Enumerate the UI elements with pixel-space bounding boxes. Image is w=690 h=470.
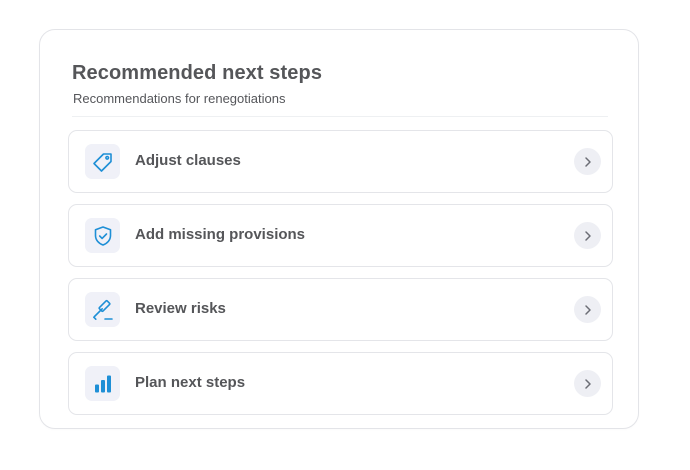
bar-chart-icon	[85, 366, 120, 401]
step-item-plan-next-steps[interactable]: Plan next steps	[68, 352, 613, 415]
step-label: Review risks	[135, 300, 226, 317]
chevron-right-icon[interactable]	[574, 222, 601, 249]
step-item-adjust-clauses[interactable]: Adjust clauses	[68, 130, 613, 193]
chevron-right-icon[interactable]	[574, 296, 601, 323]
card-title: Recommended next steps	[72, 62, 323, 84]
chevron-right-icon[interactable]	[574, 148, 601, 175]
steps-list: Adjust clauses Add missing provisions Re…	[68, 130, 613, 426]
divider	[72, 116, 608, 117]
step-item-add-missing-provisions[interactable]: Add missing provisions	[68, 204, 613, 267]
shield-check-icon	[85, 218, 120, 253]
step-label: Add missing provisions	[135, 226, 306, 243]
gavel-icon	[85, 292, 120, 327]
card-subtitle: Recommendations for renegotiations	[73, 91, 286, 106]
recommended-steps-card: Recommended next steps Recommendations f…	[39, 29, 639, 429]
step-label: Adjust clauses	[135, 152, 241, 169]
chevron-right-icon[interactable]	[574, 370, 601, 397]
step-item-review-risks[interactable]: Review risks	[68, 278, 613, 341]
tag-icon	[85, 144, 120, 179]
step-label: Plan next steps	[135, 374, 246, 391]
